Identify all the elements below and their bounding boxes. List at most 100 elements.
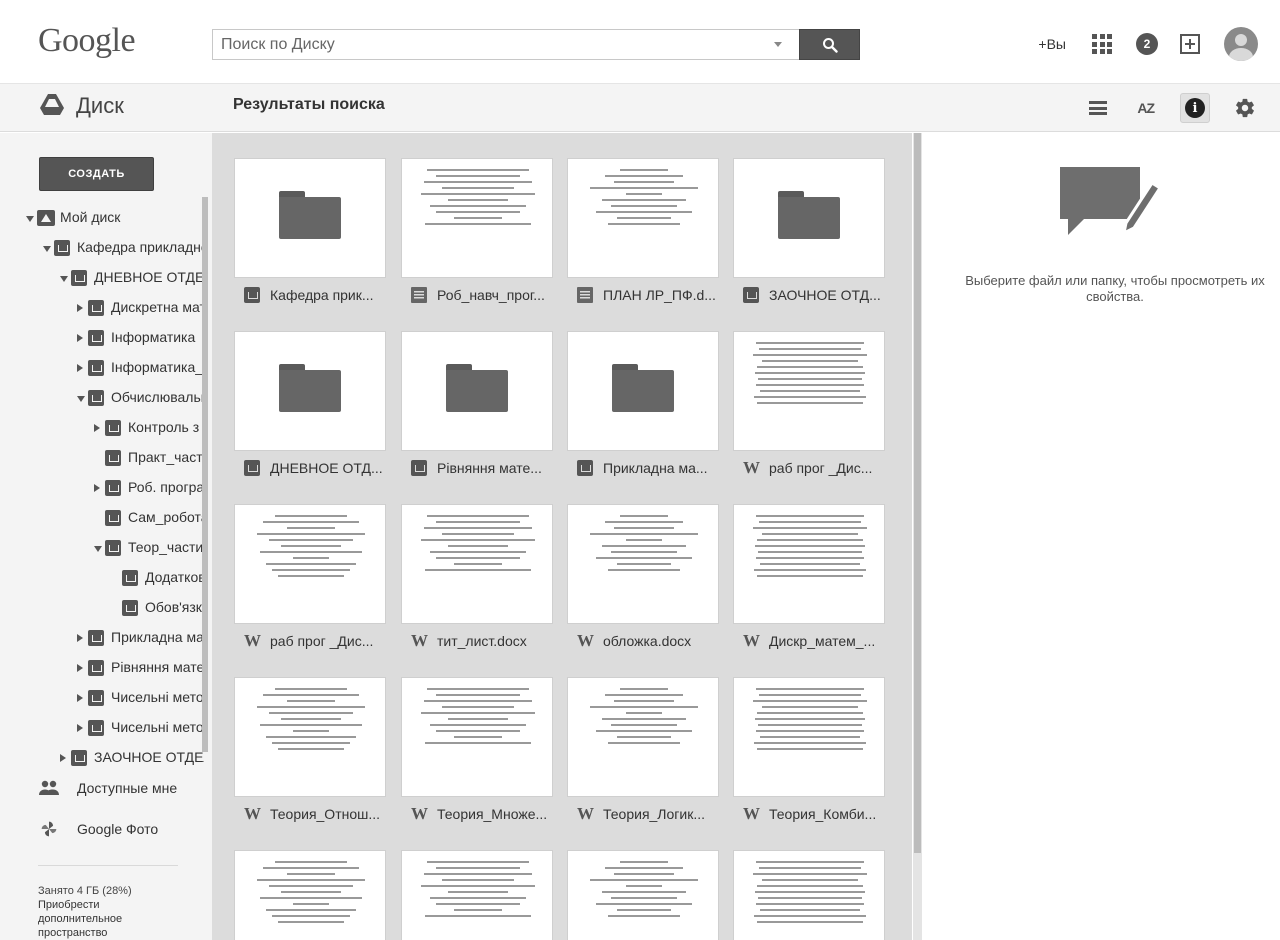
chevron-right-icon[interactable] (77, 664, 83, 672)
google-logo[interactable]: Google (38, 22, 136, 60)
file-thumbnail[interactable] (234, 158, 386, 278)
sidebar-tree-item[interactable]: Дискретна математика (0, 293, 204, 323)
buy-storage-link[interactable]: Приобрести дополнительное пространство (38, 898, 178, 940)
file-thumbnail[interactable] (234, 504, 386, 624)
sidebar-tree-item[interactable]: Чисельні методи (0, 683, 204, 713)
document-preview (750, 688, 870, 754)
sidebar-tree-item[interactable]: Теор_частина (0, 533, 204, 563)
file-caption[interactable]: Wраб прог _Дис... (234, 628, 386, 654)
file-thumbnail[interactable] (567, 850, 719, 940)
sidebar-tree-item[interactable]: Чисельні методи_ (0, 713, 204, 743)
file-thumbnail[interactable] (234, 850, 386, 940)
chevron-down-icon[interactable] (77, 396, 85, 402)
file-caption[interactable]: W Дискр_матем_... (733, 628, 885, 654)
chevron-right-icon[interactable] (94, 424, 100, 432)
avatar[interactable] (1224, 27, 1258, 61)
sidebar-tree-item[interactable]: Обчислювальна (0, 383, 204, 413)
file-caption[interactable]: Роб_навч_прог... (401, 282, 553, 308)
search-options-chevron-down-icon[interactable] (774, 42, 782, 47)
sidebar-tree-item[interactable]: Прикладна математика (0, 623, 204, 653)
sidebar-item-shared[interactable]: Доступные мне (38, 779, 177, 797)
file-caption[interactable]: Wтит_лист.docx (401, 628, 553, 654)
chevron-right-icon[interactable] (77, 334, 83, 342)
sidebar-tree-label: Інформатика (111, 329, 196, 345)
chevron-down-icon[interactable] (60, 276, 68, 282)
list-view-icon[interactable] (1089, 101, 1108, 115)
chevron-down-icon[interactable] (43, 246, 51, 252)
file-thumbnail[interactable] (567, 677, 719, 797)
sidebar-tree-item[interactable]: Практ_частина (0, 443, 204, 473)
search-input[interactable] (212, 29, 799, 60)
search-button[interactable] (799, 29, 860, 60)
chevron-right-icon[interactable] (77, 724, 83, 732)
file-thumbnail[interactable] (401, 850, 553, 940)
file-thumbnail[interactable] (401, 504, 553, 624)
chevron-right-icon[interactable] (77, 694, 83, 702)
file-thumbnail[interactable] (733, 504, 885, 624)
sidebar-tree-item[interactable]: ДНЕВНОЕ ОТДЕЛЕНИЕ (0, 263, 204, 293)
document-preview (750, 515, 870, 581)
file-thumbnail[interactable] (401, 331, 553, 451)
drive-title[interactable]: Диск (76, 93, 124, 119)
sidebar-scrollbar[interactable] (202, 197, 208, 752)
file-thumbnail[interactable] (567, 504, 719, 624)
file-caption[interactable]: W Теория_Логик... (567, 801, 719, 827)
sidebar-tree-item[interactable]: Роб. програма (0, 473, 204, 503)
grid-scrollbar-thumb[interactable] (914, 133, 921, 853)
create-button[interactable]: СОЗДАТЬ (39, 157, 154, 191)
document-preview (251, 688, 371, 754)
notifications-badge[interactable]: 2 (1136, 33, 1158, 55)
file-thumbnail[interactable] (733, 850, 885, 940)
gear-icon[interactable] (1234, 97, 1256, 119)
grid-scrollbar[interactable] (913, 133, 922, 940)
sidebar-tree-item[interactable]: Інформатика (0, 323, 204, 353)
sidebar-tree-item[interactable]: Обов'язкові (0, 593, 204, 623)
file-thumbnail[interactable] (234, 331, 386, 451)
share-plus-icon[interactable] (1180, 34, 1200, 54)
file-caption[interactable]: W Теория_Комби... (733, 801, 885, 827)
file-caption[interactable]: Прикладна ма... (567, 455, 719, 481)
sidebar-tree-item[interactable]: Рівняння математичної (0, 653, 204, 683)
file-thumbnail[interactable] (567, 331, 719, 451)
file-thumbnail[interactable] (733, 677, 885, 797)
sidebar-tree-item[interactable]: Кафедра прикладної математики (0, 233, 204, 263)
chevron-right-icon[interactable] (77, 634, 83, 642)
file-caption[interactable]: ЗАОЧНОЕ ОТД... (733, 282, 885, 308)
file-caption[interactable]: Wраб прог _Дис... (733, 455, 885, 481)
chevron-right-icon[interactable] (77, 364, 83, 372)
details-toggle-button[interactable]: i (1180, 93, 1210, 123)
file-thumbnail[interactable] (567, 158, 719, 278)
chevron-down-icon[interactable] (94, 546, 102, 552)
file-caption[interactable]: Кафедра прик... (234, 282, 386, 308)
apps-grid-icon[interactable] (1092, 34, 1112, 54)
sidebar-tree-item[interactable]: Сам_робота (0, 503, 204, 533)
folder-icon (279, 364, 341, 412)
sidebar-tree-item[interactable]: ЗАОЧНОЕ ОТДЕЛЕНИЕ (0, 743, 204, 773)
chevron-right-icon[interactable] (94, 484, 100, 492)
folder-icon (88, 390, 104, 406)
chevron-down-icon[interactable] (26, 216, 34, 222)
plus-you-link[interactable]: +Вы (1038, 36, 1066, 52)
chevron-right-icon[interactable] (60, 754, 66, 762)
file-thumbnail[interactable] (733, 158, 885, 278)
file-thumbnail[interactable] (401, 677, 553, 797)
file-thumbnail[interactable] (733, 331, 885, 451)
file-name: ДНЕВНОЕ ОТД... (270, 460, 383, 476)
sidebar-tree-item[interactable]: Інформатика_ (0, 353, 204, 383)
sidebar-tree-item[interactable]: Контроль з (0, 413, 204, 443)
file-caption[interactable]: ДНЕВНОЕ ОТД... (234, 455, 386, 481)
folder-icon (244, 460, 260, 476)
file-caption[interactable]: Wобложка.docx (567, 628, 719, 654)
file-caption[interactable]: W Теория_Отнош... (234, 801, 386, 827)
file-caption[interactable]: W Теория_Множе... (401, 801, 553, 827)
sidebar-tree-item[interactable]: Мой диск (0, 203, 204, 233)
chevron-right-icon[interactable] (77, 304, 83, 312)
sidebar-tree-item[interactable]: Додаткові (0, 563, 204, 593)
sidebar-item-google-photos[interactable]: Google Фото (38, 820, 158, 838)
file-thumbnail[interactable] (234, 677, 386, 797)
search-icon (822, 37, 838, 53)
file-caption[interactable]: Рівняння мате... (401, 455, 553, 481)
sort-az-icon[interactable]: AZ (1137, 100, 1155, 116)
file-caption[interactable]: ПЛАН ЛР_ПФ.d... (567, 282, 719, 308)
file-thumbnail[interactable] (401, 158, 553, 278)
